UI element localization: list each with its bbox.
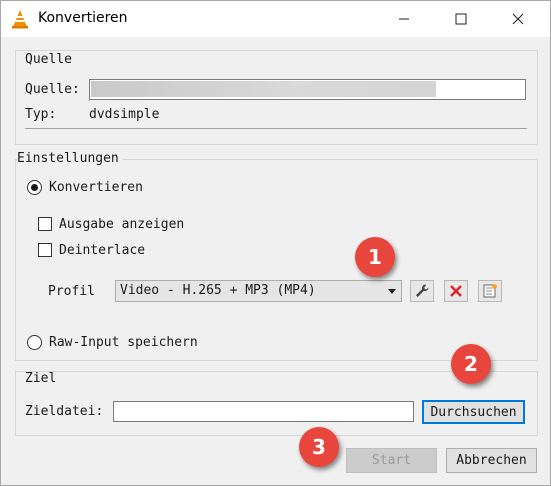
type-label: Typ:	[25, 107, 57, 122]
source-value-blurred	[91, 81, 436, 97]
close-icon	[512, 13, 524, 25]
chevron-down-icon	[388, 289, 396, 294]
deinterlace-label[interactable]: Deinterlace	[59, 243, 145, 258]
source-divider	[25, 128, 527, 129]
type-value: dvdsimple	[89, 107, 160, 122]
new-profile-icon	[483, 284, 497, 298]
wrench-icon	[416, 284, 429, 297]
cancel-button-label: Abbrechen	[456, 453, 527, 468]
profile-label: Profil	[48, 284, 95, 299]
minimize-icon	[399, 18, 409, 20]
edit-profile-button[interactable]	[410, 280, 434, 302]
browse-button[interactable]: Durchsuchen	[422, 400, 525, 424]
destination-group-title: Ziel	[25, 371, 57, 386]
show-output-label[interactable]: Ausgabe anzeigen	[59, 217, 184, 232]
maximize-icon	[455, 13, 467, 25]
cancel-button[interactable]: Abbrechen	[446, 448, 537, 473]
source-label: Quelle:	[25, 82, 80, 97]
vlc-cone-icon	[12, 10, 28, 29]
close-button[interactable]	[495, 1, 541, 37]
destination-file-input[interactable]	[113, 401, 414, 422]
profile-dropdown[interactable]: Video - H.265 + MP3 (MP4)	[115, 280, 402, 302]
show-output-checkbox[interactable]	[38, 217, 52, 231]
new-profile-button[interactable]	[478, 280, 502, 302]
destination-file-label: Zieldatei:	[25, 404, 104, 419]
delete-x-icon	[450, 285, 462, 297]
step-marker-1: 1	[355, 237, 395, 277]
settings-group-title: Einstellungen	[17, 151, 123, 166]
maximize-button[interactable]	[438, 1, 484, 37]
title-bar: Konvertieren	[1, 1, 550, 37]
source-input[interactable]	[89, 79, 526, 100]
browse-button-label: Durchsuchen	[430, 404, 517, 420]
start-button[interactable]: Start	[346, 448, 437, 473]
raw-input-label[interactable]: Raw-Input speichern	[49, 335, 198, 350]
start-button-label: Start	[371, 453, 412, 468]
window-title: Konvertieren	[38, 10, 128, 26]
convert-dialog: Konvertieren Quelle Quelle: Typ: dvdsimp…	[0, 0, 551, 486]
deinterlace-checkbox[interactable]	[38, 243, 52, 257]
delete-profile-button[interactable]	[444, 280, 468, 302]
step-marker-2: 2	[451, 344, 491, 384]
minimize-button[interactable]	[381, 1, 427, 37]
step-marker-3: 3	[299, 427, 339, 467]
source-group-title: Quelle	[25, 52, 72, 67]
profile-selected-value: Video - H.265 + MP3 (MP4)	[120, 283, 316, 298]
convert-label[interactable]: Konvertieren	[49, 180, 143, 195]
raw-input-radio[interactable]	[27, 335, 42, 350]
convert-radio[interactable]	[27, 180, 42, 195]
